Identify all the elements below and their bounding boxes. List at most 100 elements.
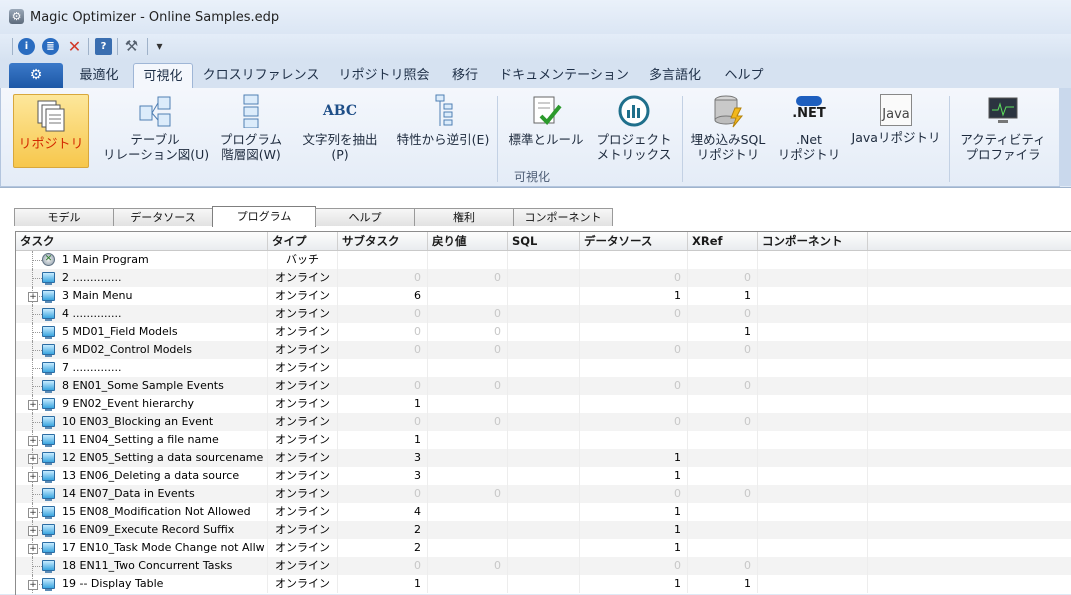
- column-header-component[interactable]: コンポーネント: [758, 232, 868, 250]
- info-icon[interactable]: i: [18, 38, 35, 55]
- table-row[interactable]: +9 EN02_Event hierarchy オンライン 1: [16, 395, 1071, 413]
- tab-help-lists[interactable]: ヘルプ: [315, 208, 415, 226]
- cell-task[interactable]: +13 EN06_Deleting a data source: [16, 467, 268, 485]
- table-row[interactable]: 14 EN07_Data in Events オンライン 0 0 0 0: [16, 485, 1071, 503]
- tab-visualize[interactable]: 可視化: [133, 63, 193, 90]
- cell-task[interactable]: +17 EN10_Task Mode Change not Allw: [16, 539, 268, 557]
- java-repository-button[interactable]: Java Javaリポジトリ: [850, 94, 942, 145]
- online-task-icon: [42, 416, 55, 429]
- expand-icon[interactable]: +: [28, 580, 38, 590]
- table-row[interactable]: 2 .............. オンライン 0 0 0 0: [16, 269, 1071, 287]
- table-row[interactable]: 7 .............. オンライン: [16, 359, 1071, 377]
- table-row[interactable]: 6 MD02_Control Models オンライン 0 0 0 0: [16, 341, 1071, 359]
- cell-task[interactable]: +11 EN04_Setting a file name: [16, 431, 268, 449]
- expand-icon[interactable]: +: [28, 472, 38, 482]
- tab-optimize[interactable]: 最適化: [70, 63, 128, 88]
- table-row[interactable]: +13 EN06_Deleting a data source オンライン 3 1: [16, 467, 1071, 485]
- cell-task[interactable]: +3 Main Menu: [16, 287, 268, 305]
- table-row[interactable]: +12 EN05_Setting a data sourcename オンライン 3…: [16, 449, 1071, 467]
- cell-task[interactable]: 8 EN01_Some Sample Events: [16, 377, 268, 395]
- expand-icon[interactable]: +: [28, 400, 38, 410]
- help-book-icon[interactable]: ?: [95, 38, 112, 55]
- tab-localization[interactable]: 多言語化: [642, 63, 708, 88]
- table-relation-button[interactable]: テーブル リレーション図(U): [103, 94, 209, 162]
- tab-rights[interactable]: 権利: [414, 208, 514, 226]
- project-metrics-button[interactable]: プロジェクト メトリックス: [592, 94, 676, 162]
- table-row[interactable]: +17 EN10_Task Mode Change not Allw オンライン 2…: [16, 539, 1071, 557]
- table-row[interactable]: 4 .............. オンライン 0 0 0 0: [16, 305, 1071, 323]
- tab-documentation[interactable]: ドキュメンテーション: [494, 63, 634, 88]
- table-row[interactable]: 5 MD01_Field Models オンライン 0 0 1: [16, 323, 1071, 341]
- cell-data-source: [580, 251, 688, 269]
- repository-button[interactable]: リポジトリ: [13, 94, 89, 168]
- table-relation-icon: [138, 94, 172, 128]
- activity-profiler-button[interactable]: アクティビティ プロファイラ: [956, 94, 1050, 162]
- expand-icon[interactable]: +: [28, 526, 38, 536]
- cell-task[interactable]: +19 -- Display Table: [16, 575, 268, 593]
- table-row[interactable]: +19 -- Display Table オンライン 1 1 1: [16, 575, 1071, 593]
- online-task-icon: [42, 398, 55, 411]
- table-row[interactable]: ✕ 1 Main Program バッチ: [16, 251, 1071, 269]
- reverse-lookup-button[interactable]: 特性から逆引(E): [396, 94, 490, 147]
- analyze-icon[interactable]: ≣: [42, 38, 59, 55]
- cell-task[interactable]: 14 EN07_Data in Events: [16, 485, 268, 503]
- column-header-return-value[interactable]: 戻り値: [428, 232, 508, 250]
- cell-task[interactable]: 6 MD02_Control Models: [16, 341, 268, 359]
- cell-task[interactable]: ✕ 1 Main Program: [16, 251, 268, 269]
- tab-cross-reference[interactable]: クロスリファレンス: [198, 63, 324, 88]
- column-header-subtasks[interactable]: サブタスク: [338, 232, 428, 250]
- cell-task[interactable]: 18 EN11_Two Concurrent Tasks: [16, 557, 268, 575]
- task-name: 10 EN03_Blocking an Event: [62, 415, 214, 428]
- cell-task[interactable]: 4 ..............: [16, 305, 268, 323]
- cell-task[interactable]: 7 ..............: [16, 359, 268, 377]
- program-hierarchy-button[interactable]: プログラム 階層図(W): [215, 94, 287, 162]
- table-row[interactable]: +3 Main Menu オンライン 6 1 1: [16, 287, 1071, 305]
- table-row[interactable]: 18 EN11_Two Concurrent Tasks オンライン 0 0 0 0: [16, 557, 1071, 575]
- column-header-sql[interactable]: SQL: [508, 232, 580, 250]
- table-row[interactable]: 8 EN01_Some Sample Events オンライン 0 0 0 0: [16, 377, 1071, 395]
- tab-data-sources[interactable]: データソース: [113, 208, 213, 226]
- online-task-icon: [42, 362, 55, 375]
- cell-task[interactable]: +16 EN09_Execute Record Suffix: [16, 521, 268, 539]
- expand-icon[interactable]: +: [28, 544, 38, 554]
- expand-icon[interactable]: +: [28, 436, 38, 446]
- expand-icon[interactable]: +: [28, 508, 38, 518]
- reverse-lookup-icon: [426, 94, 460, 128]
- extract-strings-button[interactable]: ABC 文字列を抽出(P): [294, 94, 386, 162]
- tools-icon[interactable]: ⚒: [123, 38, 140, 55]
- close-icon[interactable]: ✕: [66, 38, 83, 55]
- java-icon: Java: [880, 94, 912, 126]
- dotnet-repository-button[interactable]: .NET .Net リポジトリ: [774, 94, 844, 162]
- column-header-task[interactable]: タスク: [16, 232, 268, 250]
- tab-components[interactable]: コンポーネント: [513, 208, 613, 226]
- cell-task[interactable]: +9 EN02_Event hierarchy: [16, 395, 268, 413]
- cell-task[interactable]: 2 ..............: [16, 269, 268, 287]
- standards-rules-button[interactable]: 標準とルール: [506, 94, 586, 147]
- tab-programs[interactable]: プログラム: [212, 206, 316, 227]
- column-header-xref[interactable]: XRef: [688, 232, 758, 250]
- cell-task[interactable]: 5 MD01_Field Models: [16, 323, 268, 341]
- tab-migration[interactable]: 移行: [444, 63, 486, 88]
- column-header-type[interactable]: タイプ: [268, 232, 338, 250]
- cell-return-value: [428, 539, 508, 557]
- table-row[interactable]: +16 EN09_Execute Record Suffix オンライン 2 1: [16, 521, 1071, 539]
- expand-icon[interactable]: +: [28, 292, 38, 302]
- embedded-sql-button[interactable]: 埋め込みSQL リポジトリ: [690, 94, 766, 162]
- cell-task[interactable]: +12 EN05_Setting a data sourcename: [16, 449, 268, 467]
- tab-models[interactable]: モデル: [14, 208, 114, 226]
- customize-dropdown-icon[interactable]: ▾: [151, 38, 168, 55]
- tab-repository-query[interactable]: リポジトリ照会: [332, 63, 436, 88]
- cell-sql: [508, 413, 580, 431]
- cell-task[interactable]: 10 EN03_Blocking an Event: [16, 413, 268, 431]
- cell-task[interactable]: +15 EN08_Modification Not Allowed: [16, 503, 268, 521]
- table-row[interactable]: +11 EN04_Setting a file name オンライン 1: [16, 431, 1071, 449]
- table-row[interactable]: +15 EN08_Modification Not Allowed オンライン 4 1: [16, 503, 1071, 521]
- task-name: 19 -- Display Table: [62, 577, 164, 590]
- tree-branch: [32, 422, 42, 424]
- tab-help[interactable]: ヘルプ: [716, 63, 772, 88]
- expand-icon[interactable]: +: [28, 454, 38, 464]
- table-row[interactable]: 10 EN03_Blocking an Event オンライン 0 0 0 0: [16, 413, 1071, 431]
- app-gear-icon[interactable]: ⚙: [9, 9, 24, 24]
- application-menu-button[interactable]: ⚙: [9, 63, 63, 88]
- column-header-data-source[interactable]: データソース: [580, 232, 688, 250]
